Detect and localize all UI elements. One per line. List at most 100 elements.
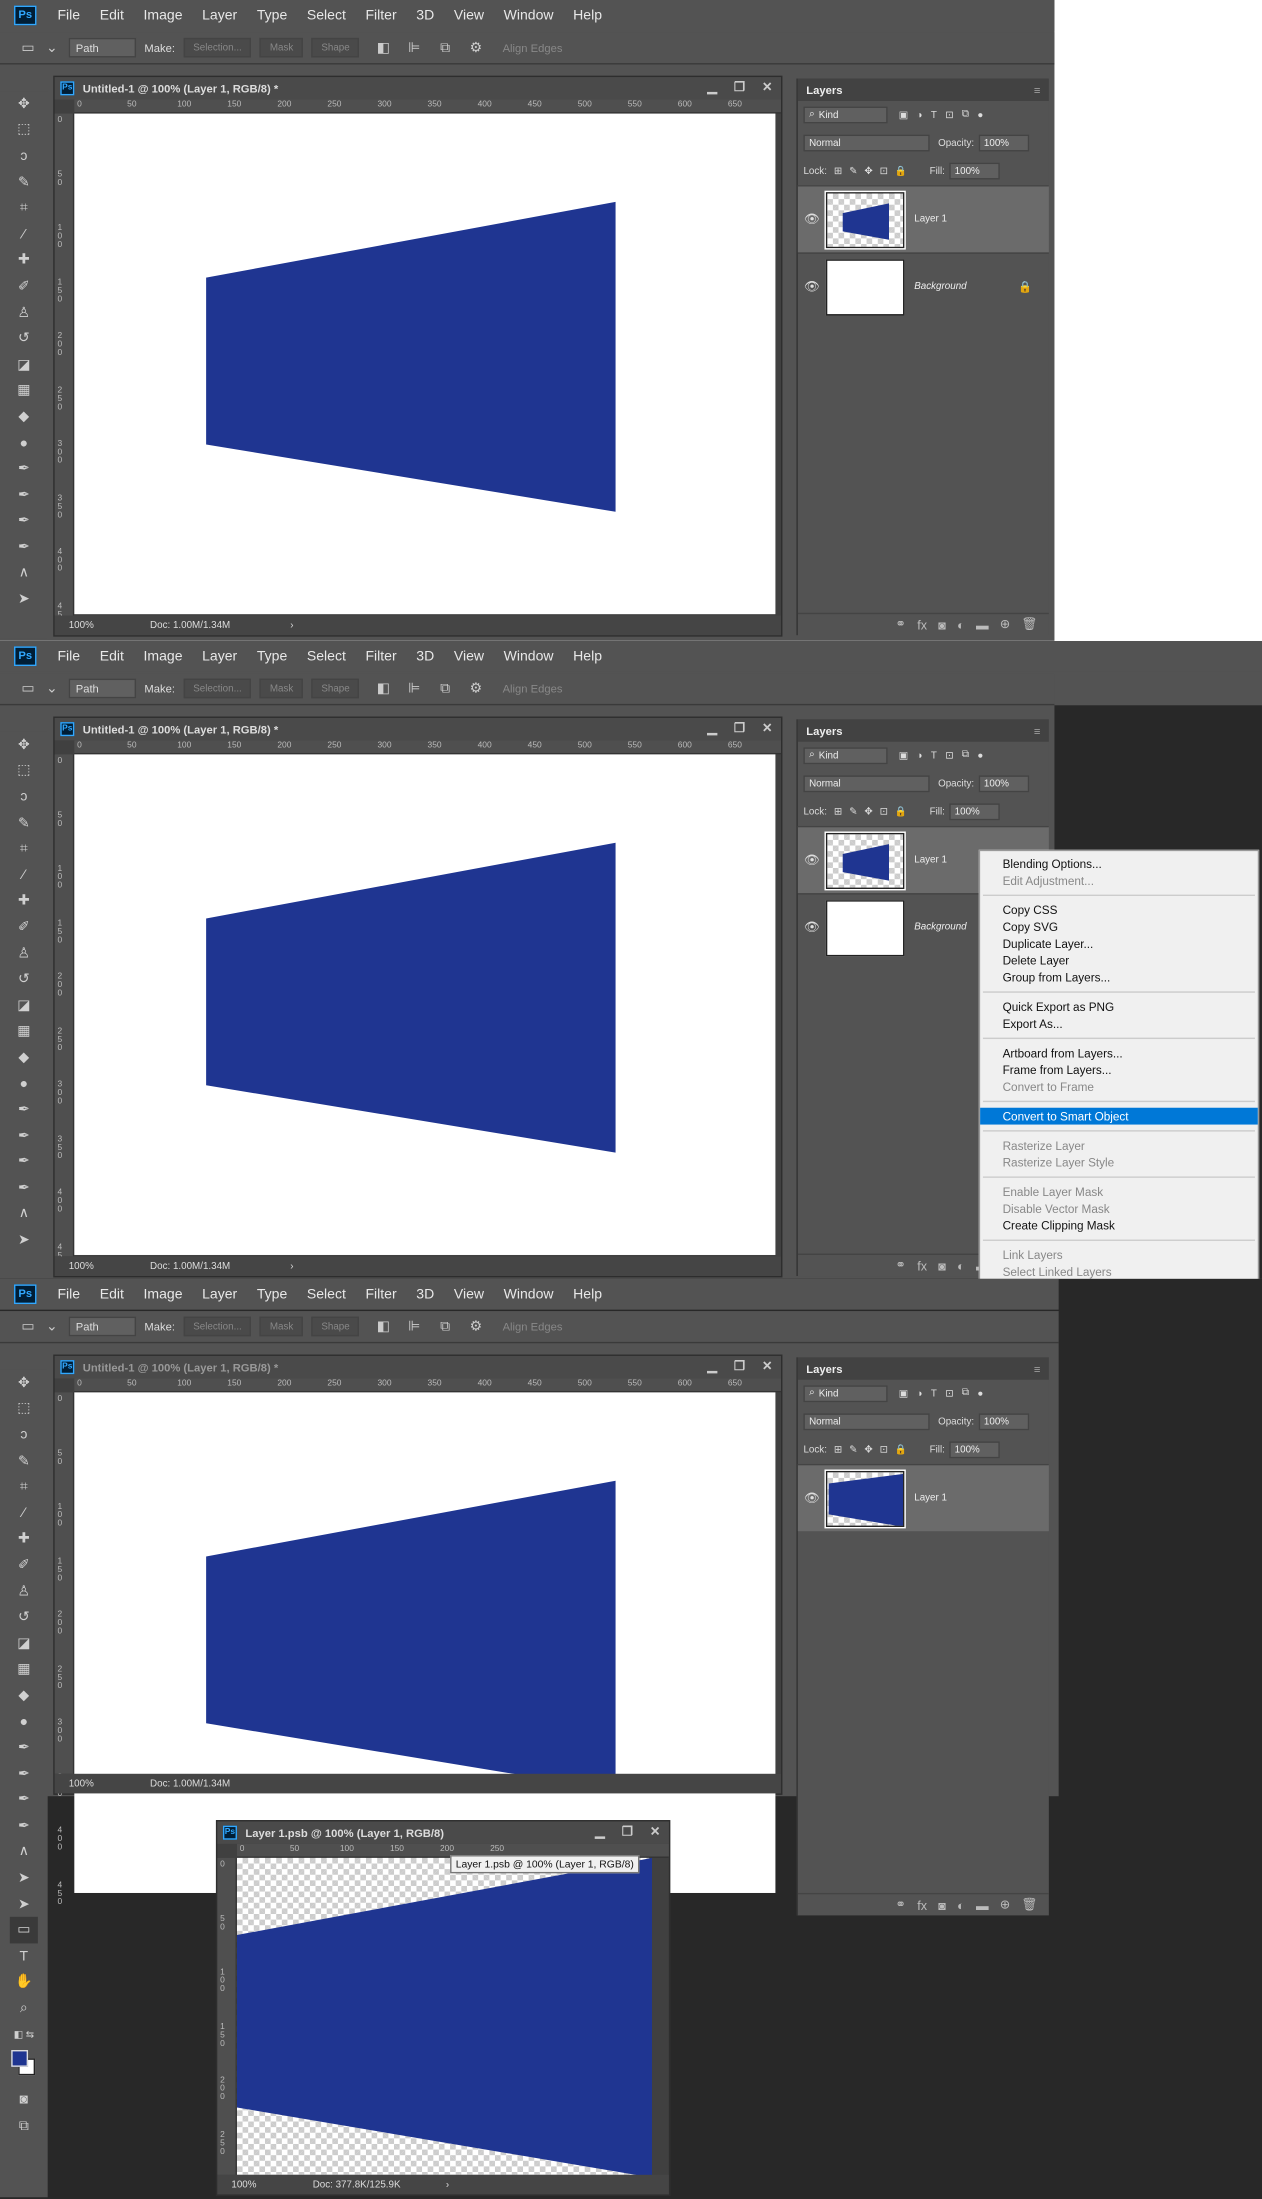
add-mask-icon[interactable]: ◙ <box>938 618 946 632</box>
eyedropper-tool-icon[interactable]: ⁄ <box>10 862 38 888</box>
close-icon[interactable]: ✕ <box>762 721 773 736</box>
panel-menu-icon[interactable]: ≡ <box>1034 83 1041 96</box>
doc-size[interactable]: Doc: 1.00M/1.34M <box>150 1779 290 1789</box>
filter-smart-icon[interactable]: ⧉ <box>962 109 969 120</box>
selection-button[interactable]: Selection... <box>183 1316 252 1337</box>
filter-toggle-icon[interactable]: ● <box>977 110 983 120</box>
menu-3d[interactable]: 3D <box>406 8 444 23</box>
menu-type[interactable]: Type <box>247 8 297 23</box>
minimize-icon[interactable]: ▁ <box>707 80 717 95</box>
quick-mask-icon[interactable]: ◙ <box>10 2087 38 2113</box>
blue-trapezoid-shape[interactable] <box>206 201 616 512</box>
layer-thumbnail[interactable] <box>825 899 905 956</box>
move-tool-icon[interactable]: ✥ <box>10 91 38 117</box>
artboard[interactable] <box>74 113 776 615</box>
menu-select[interactable]: Select <box>297 1287 356 1302</box>
blue-trapezoid-shape[interactable] <box>206 1480 616 1791</box>
status-chevron-icon[interactable]: › <box>446 2180 449 2190</box>
reset-colors-icon[interactable]: ◧ ⇆ <box>10 2022 38 2048</box>
menu-select[interactable]: Select <box>297 649 356 664</box>
path-alignment-icon[interactable]: ⊫ <box>406 39 423 56</box>
layer-name[interactable]: Background <box>914 282 966 292</box>
filter-shape-icon[interactable]: ⊡ <box>945 109 953 121</box>
menu-image[interactable]: Image <box>134 1287 193 1302</box>
filter-type-icon[interactable]: T <box>931 110 937 120</box>
restore-icon[interactable]: ❐ <box>734 721 745 736</box>
add-anchor-icon[interactable]: ✒ <box>10 1175 38 1201</box>
filter-kind-select[interactable]: ⌕ Kind <box>803 1385 888 1403</box>
stamp-tool-icon[interactable]: ♙ <box>10 1579 38 1605</box>
gear-icon[interactable]: ⚙ <box>468 680 485 697</box>
filter-pixel-icon[interactable]: ▣ <box>899 1388 908 1400</box>
layer-name[interactable]: Background <box>914 923 966 933</box>
smart-object-tab[interactable]: Ps Layer 1.psb @ 100% (Layer 1, RGB/8) ▁… <box>217 1821 669 1844</box>
layer-row-background[interactable]: 👁 Background 🔒 <box>797 252 1049 319</box>
smart-object-canvas[interactable] <box>236 1857 653 2178</box>
filter-toggle-icon[interactable]: ● <box>977 1389 983 1399</box>
healing-tool-icon[interactable]: ✚ <box>10 888 38 914</box>
dodge-tool-icon[interactable]: ● <box>10 1071 38 1097</box>
link-layers-icon[interactable]: ⚭ <box>895 1258 906 1273</box>
eye-icon[interactable]: 👁 <box>798 279 826 294</box>
menu-item-frame-from-layers[interactable]: Frame from Layers... <box>980 1061 1258 1078</box>
menu-layer[interactable]: Layer <box>192 649 247 664</box>
zoom-tool-icon[interactable]: ⌕ <box>10 1996 38 2022</box>
filter-pixel-icon[interactable]: ▣ <box>899 750 908 762</box>
lock-transparency-icon[interactable]: ⊞ <box>834 806 842 818</box>
convert-point-icon[interactable]: ∧ <box>10 1839 38 1865</box>
new-group-icon[interactable]: ▬ <box>976 1898 989 1912</box>
filter-kind-select[interactable]: ⌕ Kind <box>803 747 888 765</box>
filter-type-icon[interactable]: T <box>931 1389 937 1399</box>
layer-name[interactable]: Layer 1 <box>914 1493 947 1503</box>
layers-tab[interactable]: Layers ≡ <box>797 78 1049 101</box>
menu-item-group-from-layers[interactable]: Group from Layers... <box>980 969 1258 986</box>
path-alignment-icon[interactable]: ⊫ <box>406 680 423 697</box>
menu-select[interactable]: Select <box>297 8 356 23</box>
menu-window[interactable]: Window <box>494 649 564 664</box>
pen-tool-icon[interactable]: ✒ <box>10 1097 38 1123</box>
curvature-pen-icon[interactable]: ✒ <box>10 1123 38 1149</box>
filter-adjust-icon[interactable]: ◑ <box>917 1389 923 1399</box>
new-group-icon[interactable]: ▬ <box>976 618 989 632</box>
layer-row-layer-1[interactable]: 👁 Layer 1 <box>797 1463 1049 1532</box>
menu-item-create-clipping-mask[interactable]: Create Clipping Mask <box>980 1217 1258 1234</box>
chevron-down-icon[interactable]: ⌄ <box>43 1318 60 1335</box>
new-layer-icon[interactable]: ⊕ <box>1000 617 1011 632</box>
layers-tab[interactable]: Layers ≡ <box>797 719 1049 742</box>
shape-button[interactable]: Shape <box>311 678 360 699</box>
dodge-tool-icon[interactable]: ● <box>10 430 38 456</box>
menu-item-convert-to-smart-object[interactable]: Convert to Smart Object <box>980 1107 1258 1125</box>
link-layers-icon[interactable]: ⚭ <box>895 617 906 632</box>
lock-artboard-icon[interactable]: ⊡ <box>880 165 888 177</box>
mode-select[interactable]: Path <box>68 1316 137 1337</box>
vertical-ruler[interactable]: 05 01 0 01 5 02 0 02 5 03 0 03 5 04 0 04… <box>54 113 75 627</box>
menu-3d[interactable]: 3D <box>406 1287 444 1302</box>
brush-tool-icon[interactable]: ✐ <box>10 1552 38 1578</box>
status-chevron-icon[interactable]: › <box>290 620 293 630</box>
lasso-tool-icon[interactable]: ↄ <box>10 1422 38 1448</box>
add-anchor-icon[interactable]: ✒ <box>10 534 38 560</box>
history-brush-icon[interactable]: ↺ <box>10 1605 38 1631</box>
history-brush-icon[interactable]: ↺ <box>10 326 38 352</box>
quick-select-tool-icon[interactable]: ✎ <box>10 169 38 195</box>
close-icon[interactable]: ✕ <box>762 80 773 95</box>
crop-tool-icon[interactable]: ⌗ <box>10 836 38 862</box>
crop-tool-icon[interactable]: ⌗ <box>10 1474 38 1500</box>
menu-filter[interactable]: Filter <box>356 649 407 664</box>
doc-size[interactable]: Doc: 1.00M/1.34M <box>150 1261 290 1271</box>
filter-smart-icon[interactable]: ⧉ <box>962 750 969 761</box>
layer-thumbnail[interactable] <box>824 830 906 890</box>
menu-item-blending-options[interactable]: Blending Options... <box>980 855 1258 872</box>
menu-file[interactable]: File <box>48 649 90 664</box>
canvas-area[interactable] <box>74 754 782 1257</box>
fill-input[interactable]: 100% <box>949 162 1000 180</box>
fx-icon[interactable]: fx <box>917 1898 927 1912</box>
status-chevron-icon[interactable]: › <box>290 1261 293 1271</box>
mask-button[interactable]: Mask <box>260 37 304 58</box>
filter-shape-icon[interactable]: ⊡ <box>945 750 953 762</box>
selection-button[interactable]: Selection... <box>183 678 252 699</box>
blur-tool-icon[interactable]: ◆ <box>10 1045 38 1071</box>
menu-item-quick-export-as-png[interactable]: Quick Export as PNG <box>980 998 1258 1015</box>
menu-window[interactable]: Window <box>494 1287 564 1302</box>
dodge-tool-icon[interactable]: ● <box>10 1709 38 1735</box>
